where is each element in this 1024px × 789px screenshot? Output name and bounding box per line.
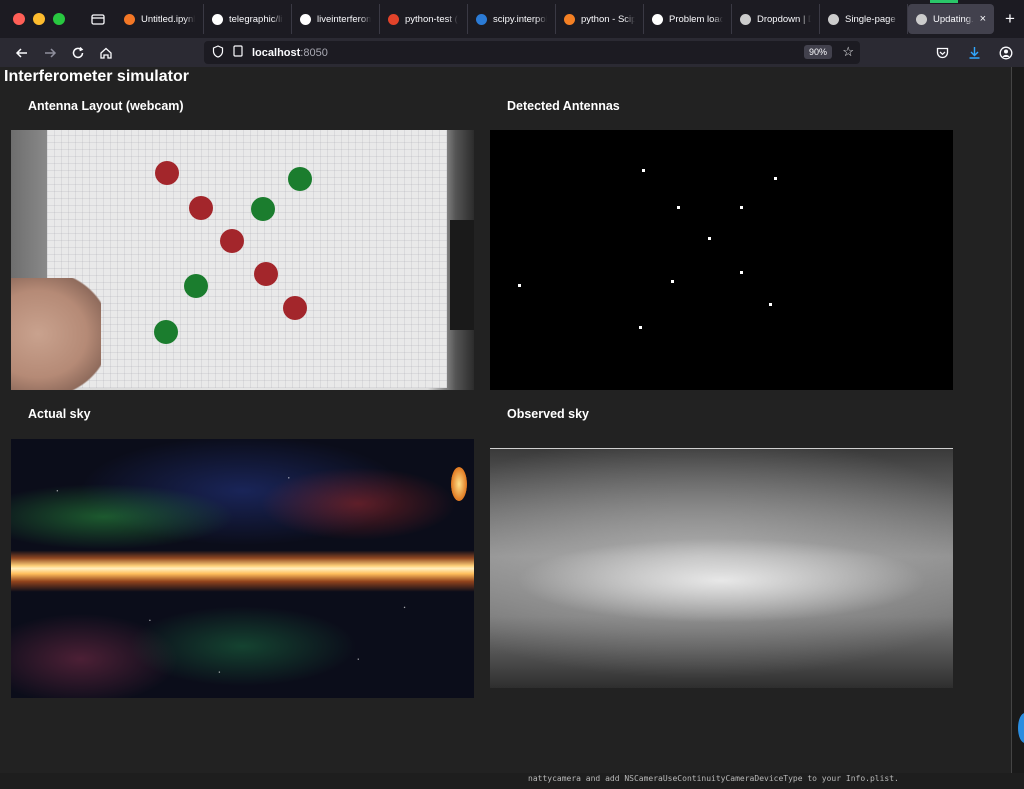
tab-title: telegraphic/liv — [229, 13, 283, 25]
detected-antenna-dot — [642, 169, 645, 172]
tab-title: Dropdown | D — [757, 13, 811, 25]
background-object — [450, 220, 474, 330]
dash-page: Interferometer simulator Antenna Layout … — [0, 67, 1012, 773]
webcam-feed-image — [11, 130, 474, 390]
observed-sky-image — [490, 448, 953, 688]
navigation-toolbar: localhost:8050 90% ☆ — [0, 38, 1024, 67]
url-host: localhost — [252, 46, 301, 59]
detected-antenna-dot — [671, 280, 674, 283]
browser-tab[interactable]: python-test ( — [380, 4, 468, 34]
browser-tab[interactable]: Updating... × — [908, 4, 994, 34]
tab-title: scipy.interpola — [493, 13, 547, 25]
pocket-icon[interactable] — [928, 39, 956, 67]
tab-strip: Untitled.ipynb telegraphic/liv liveinterfe… — [116, 0, 996, 38]
shield-icon[interactable] — [212, 44, 224, 61]
detected-antennas-image — [490, 130, 953, 390]
antenna-marker-red — [220, 229, 244, 253]
forward-arrow-icon[interactable] — [36, 39, 64, 67]
actual-panel-title: Actual sky — [28, 407, 91, 421]
sharing-indicator — [930, 0, 958, 3]
tab-title: Updating... — [933, 13, 974, 25]
zoom-level-button[interactable]: 90% — [803, 45, 832, 59]
antenna-marker-green — [251, 197, 275, 221]
back-arrow-icon[interactable] — [8, 39, 36, 67]
detected-antenna-dot — [774, 177, 777, 180]
detected-antenna-dot — [677, 206, 680, 209]
antenna-marker-red — [155, 161, 179, 185]
close-tab-icon[interactable]: × — [980, 13, 986, 25]
tab-title: Problem loadi — [669, 13, 723, 25]
detected-panel-title: Detected Antennas — [507, 99, 620, 113]
dash-icon — [740, 13, 751, 25]
download-icon[interactable] — [960, 39, 988, 67]
tab-title: python-test ( — [405, 13, 458, 25]
github-icon — [212, 13, 223, 25]
antenna-marker-red — [254, 262, 278, 286]
detected-antenna-dot — [769, 303, 772, 306]
new-tab-button[interactable]: + — [996, 9, 1024, 29]
tab-bar: Untitled.ipynb telegraphic/liv liveinterfe… — [0, 0, 1024, 38]
antenna-marker-green — [288, 167, 312, 191]
terminal-output-line: nattycamera and add NSCameraUseContinuit… — [528, 774, 899, 783]
page-title: Interferometer simulator — [4, 68, 189, 85]
webcam-panel-title: Antenna Layout (webcam) — [28, 99, 184, 113]
browser-tab[interactable]: scipy.interpola — [468, 4, 556, 34]
minimize-window-button[interactable] — [33, 13, 45, 25]
hand-holding-paper — [11, 278, 101, 390]
browser-tab[interactable]: liveinterferom — [292, 4, 380, 34]
browser-tab[interactable]: telegraphic/liv — [204, 4, 292, 34]
tab-title: python - Scip — [581, 13, 635, 25]
home-icon[interactable] — [92, 39, 120, 67]
info-icon — [652, 13, 663, 25]
window-controls — [0, 13, 84, 25]
url-port: :8050 — [300, 46, 328, 59]
tab-overview-icon[interactable] — [84, 0, 112, 38]
url-bar[interactable]: localhost:8050 90% ☆ — [204, 41, 860, 64]
dash-icon — [916, 13, 927, 25]
bookmark-star-icon[interactable]: ☆ — [842, 44, 854, 60]
paper-sheet — [47, 130, 447, 388]
detected-antenna-dot — [639, 326, 642, 329]
stackoverflow-icon — [564, 13, 575, 25]
window-edge — [1012, 67, 1024, 773]
browser-tab[interactable]: python - Scip — [556, 4, 644, 34]
background-terminal: nattycamera and add NSCameraUseContinuit… — [0, 773, 1024, 789]
starfield — [11, 439, 474, 698]
gitlab-icon — [388, 13, 399, 25]
antenna-marker-red — [189, 196, 213, 220]
browser-tab[interactable]: Single-page a — [820, 4, 908, 34]
detected-antenna-dot — [518, 284, 521, 287]
tab-title: liveinterferom — [317, 13, 371, 25]
page-info-icon[interactable] — [232, 45, 244, 60]
dash-icon — [828, 13, 839, 25]
browser-tab[interactable]: Untitled.ipynb — [116, 4, 204, 34]
actual-sky-image — [11, 439, 474, 698]
detected-antenna-dot — [740, 271, 743, 274]
detected-antenna-dot — [708, 237, 711, 240]
toolbar-right — [928, 38, 1024, 67]
detected-antenna-dot — [740, 206, 743, 209]
tab-title: Single-page a — [845, 13, 899, 25]
jupyter-icon — [124, 13, 135, 25]
browser-tab[interactable]: Dropdown | D — [732, 4, 820, 34]
antenna-marker-green — [154, 320, 178, 344]
observed-panel-title: Observed sky — [507, 407, 589, 421]
scipy-icon — [476, 13, 487, 25]
account-icon[interactable] — [992, 39, 1020, 67]
antenna-marker-red — [283, 296, 307, 320]
antenna-marker-green — [184, 274, 208, 298]
reload-icon[interactable] — [64, 39, 92, 67]
github-icon — [300, 13, 311, 25]
maximize-window-button[interactable] — [53, 13, 65, 25]
browser-tab[interactable]: Problem loadi — [644, 4, 732, 34]
close-window-button[interactable] — [13, 13, 25, 25]
bright-source — [451, 467, 467, 501]
tab-title: Untitled.ipynb — [141, 13, 195, 25]
